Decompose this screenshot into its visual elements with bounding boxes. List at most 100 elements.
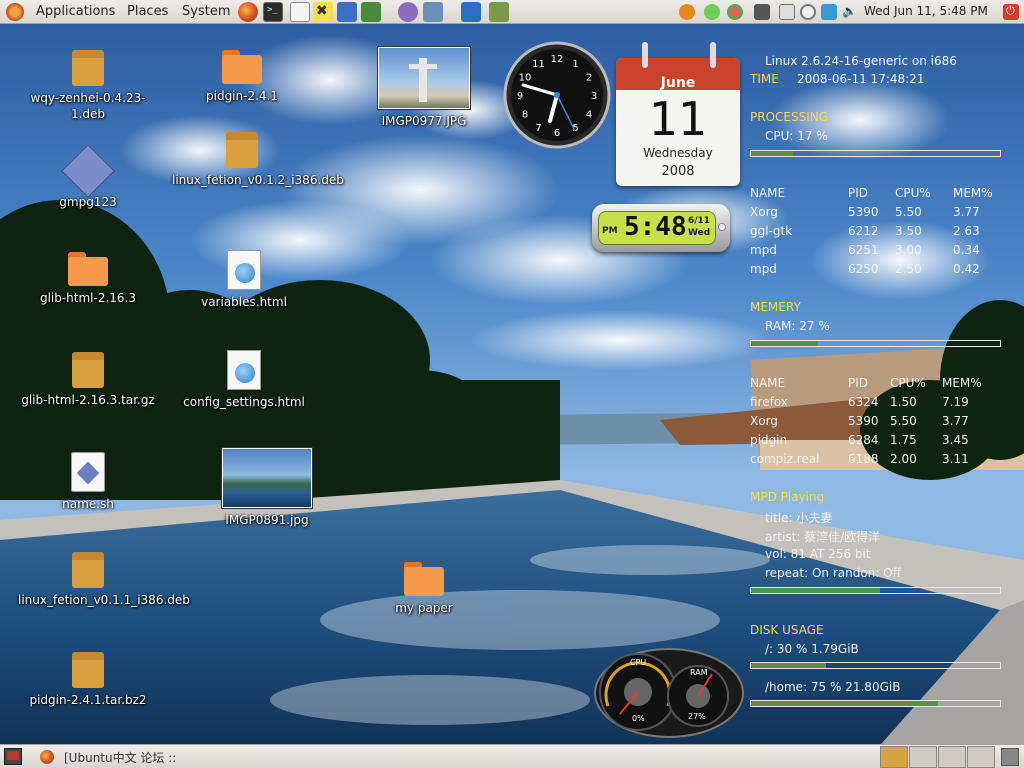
desktop-icon-tar[interactable]: glib-html-2.16.3.tar.gz [18, 352, 158, 408]
desktop-icon-script[interactable]: name.sh [18, 452, 158, 512]
desktop-icon-gmpg[interactable]: gmpg123 [18, 144, 158, 210]
clock-number: 7 [535, 123, 541, 134]
conky-kernel: Linux 2.6.24-16-generic on i686 [765, 54, 957, 68]
meter-ram-label: RAM [690, 668, 708, 677]
printer-tray-icon[interactable] [779, 4, 795, 20]
vim-launcher-icon[interactable] [361, 2, 381, 22]
conky-disk-home: /home: 75 % 21.80GiB [765, 680, 901, 694]
social-tray-icon[interactable] [727, 4, 743, 20]
conky-disk-label: DISK USAGE [750, 623, 824, 637]
clock-number: 1 [572, 59, 578, 70]
icon-label: IMGP0891.jpg [225, 513, 309, 527]
table-cell: 5390 [848, 414, 879, 428]
icon-label: linux_fetion_v0.1.1_i386.deb [18, 593, 190, 607]
table-header: PID [848, 186, 869, 200]
clock-number: 4 [586, 110, 592, 121]
cpu-ram-meters-gadget[interactable]: CPU 0% RAM 27% [594, 648, 744, 738]
desktop-icon-deb[interactable]: wqy-zenhei-0.4.23-1.deb [18, 50, 158, 122]
conky-cpu-bar [750, 150, 1001, 157]
system-menu[interactable]: System [182, 4, 230, 19]
table-cell: 5.50 [895, 205, 922, 219]
update-gear-icon[interactable] [679, 4, 695, 20]
volume-icon[interactable]: 🔈 [842, 4, 858, 20]
network-launcher-icon[interactable] [423, 2, 443, 22]
conky-memery-label: MEMERY [750, 300, 801, 314]
search-tray-icon[interactable] [800, 4, 816, 20]
calendar-gadget[interactable]: June 11 Wednesday 2008 [616, 42, 740, 186]
desktop-icon-folder2[interactable]: pidgin-2.4.1 [172, 50, 312, 104]
table-cell: 3.00 [895, 243, 922, 257]
workspace-2[interactable] [909, 746, 937, 768]
digital-clock-gadget[interactable]: PM 5:48 6/11 Wed [592, 204, 730, 252]
desktop-icon-html[interactable]: variables.html [174, 250, 314, 310]
places-menu[interactable]: Places [127, 4, 168, 19]
desktop-icon-photo[interactable]: IMGP0977.JPG [354, 47, 494, 129]
archive-icon [72, 652, 104, 688]
shell-script-icon [71, 452, 105, 492]
desktop-icon-html2[interactable]: config_settings.html [174, 350, 314, 410]
status-icon[interactable] [704, 4, 720, 20]
package-icon [72, 50, 104, 86]
desktop-icon-image[interactable]: IMGP0891.jpg [197, 448, 337, 528]
taskbar-item-firefox[interactable]: [Ubuntu中文 论坛 :: [36, 746, 236, 768]
taskbar-item-label: [Ubuntu中文 论坛 :: [64, 751, 177, 765]
table-cell: 6324 [848, 395, 879, 409]
clock-number: 9 [517, 91, 523, 102]
html-file-icon [227, 250, 261, 290]
icon-label: wqy-zenhei-0.4.23-1.deb [30, 91, 146, 121]
trash-icon[interactable] [1001, 748, 1019, 766]
power-icon[interactable]: ⏻ [1003, 4, 1019, 20]
conky-processing-label: PROCESSING [750, 110, 829, 124]
desktop-icon-tarbz[interactable]: pidgin-2.4.1.tar.bz2 [18, 652, 158, 708]
applications-menu[interactable]: Applications [36, 4, 115, 19]
pidgin-launcher-icon[interactable] [398, 2, 418, 22]
desktop-icon-deb3[interactable]: linux_fetion_v0.1.2_i386.deb [172, 132, 344, 188]
terminal-launcher-icon[interactable]: >_ [263, 2, 283, 22]
table-cell: 7.19 [942, 395, 969, 409]
workspace-1[interactable] [880, 746, 908, 768]
monitor-launcher-icon[interactable] [461, 2, 481, 22]
tool-launcher-icon[interactable]: ✖ [313, 2, 333, 22]
panel-clock[interactable]: Wed Jun 11, 5:48 PM [864, 4, 988, 18]
clock-number: 11 [532, 59, 545, 70]
book-launcher-icon[interactable] [489, 2, 509, 22]
conky-ram-line: RAM: 27 % [765, 319, 830, 333]
workspace-3[interactable] [938, 746, 966, 768]
folder-icon [68, 252, 108, 286]
show-desktop-icon[interactable] [4, 748, 22, 765]
table-cell: Xorg [750, 205, 778, 219]
table-cell: mpd [750, 262, 777, 276]
image-thumbnail [378, 47, 470, 109]
firefox-icon [40, 750, 54, 764]
clock-number: 2 [586, 73, 592, 84]
clock-number: 12 [551, 54, 564, 65]
html-file-icon [227, 350, 261, 390]
conky-cpu-line: CPU: 17 % [765, 129, 828, 143]
table-cell: mpd [750, 243, 777, 257]
firefox-launcher-icon[interactable] [238, 2, 258, 22]
icon-label: pidgin-2.4.1.tar.bz2 [29, 693, 147, 707]
calendar-weekday: Wednesday [643, 146, 713, 160]
app-launcher-icon[interactable] [337, 2, 357, 22]
table-cell: 3.77 [942, 414, 969, 428]
table-cell: firefox [750, 395, 788, 409]
analog-clock-gadget[interactable]: 12 1 2 3 4 5 6 7 8 9 10 11 [503, 41, 611, 152]
clock-day: Wed [688, 228, 711, 238]
desktop-icon-deb2[interactable]: linux_fetion_v0.1.1_i386.deb [18, 552, 190, 608]
calendar-month: June [660, 75, 696, 91]
display-tray-icon[interactable] [754, 4, 770, 20]
workspace-4[interactable] [967, 746, 995, 768]
meter-cpu-value: 0% [632, 714, 645, 723]
ubuntu-logo-icon[interactable] [6, 3, 24, 21]
text-editor-launcher-icon[interactable] [290, 2, 310, 22]
folder-icon [222, 50, 262, 84]
table-cell: 2.50 [895, 262, 922, 276]
table-header: PID [848, 376, 869, 390]
desktop-icon-folder[interactable]: glib-html-2.16.3 [18, 252, 158, 306]
table-header: NAME [750, 376, 786, 390]
table-cell: 6188 [848, 452, 879, 466]
folder-icon [404, 562, 444, 596]
desktop-icon-mypaper[interactable]: my paper [354, 562, 494, 616]
calendar-day: 11 [648, 92, 708, 146]
network-tray-icon[interactable] [821, 4, 837, 20]
